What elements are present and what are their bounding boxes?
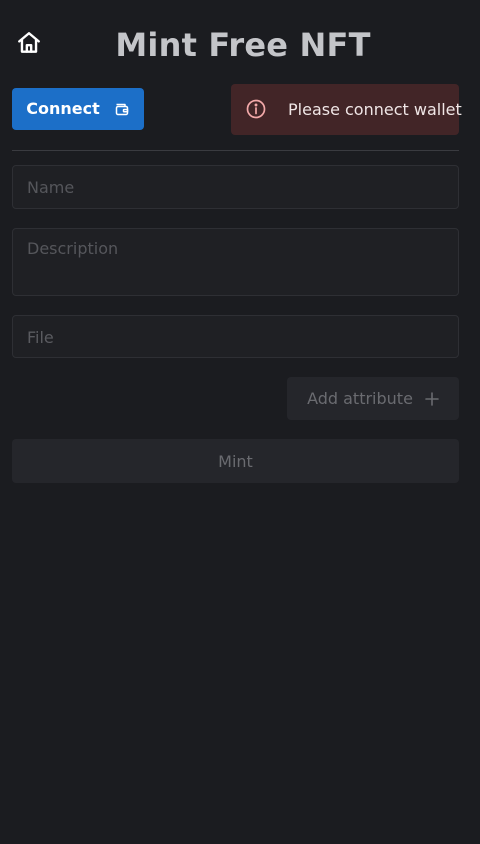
info-circle-icon [246,99,266,119]
name-input[interactable] [12,165,459,209]
file-input[interactable]: File [12,315,459,358]
alert-message: Please connect wallet [288,100,462,119]
page-title: Mint Free NFT [115,26,371,64]
plus-icon [425,391,439,406]
add-attribute-label: Add attribute [307,389,413,408]
header: Mint Free NFT [0,0,480,88]
wallet-icon [115,103,128,116]
description-input[interactable] [12,228,459,296]
app-root: Mint Free NFT Connect Please connect wal… [0,0,480,844]
mint-button-label: Mint [218,451,253,471]
file-input-placeholder: File [27,328,54,347]
connect-button[interactable]: Connect [12,88,144,130]
mint-button[interactable]: Mint [12,439,459,483]
add-attribute-button[interactable]: Add attribute [287,377,459,420]
connect-button-label: Connect [26,99,100,118]
divider [12,150,459,151]
wallet-alert: Please connect wallet [231,84,462,135]
